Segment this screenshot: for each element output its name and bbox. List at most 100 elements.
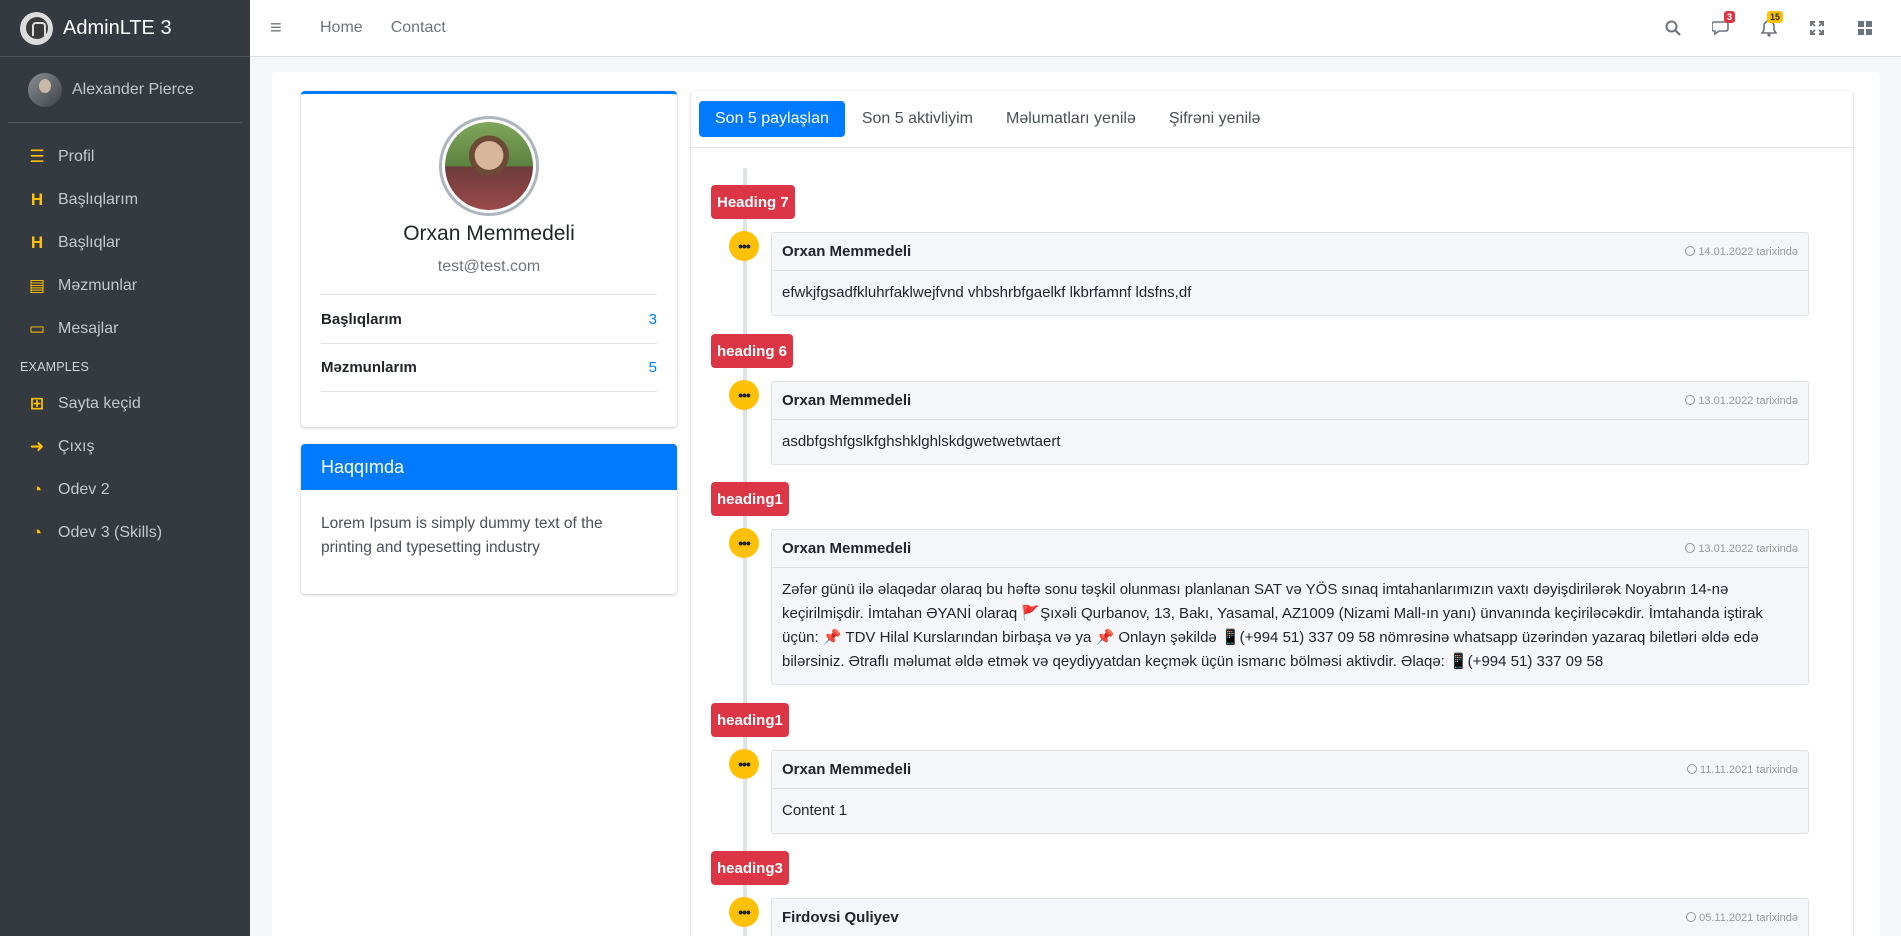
clock-icon	[1685, 245, 1696, 256]
main-sidebar: AdminLTE 3 Alexander Pierce ☰ Profil H Baş…	[0, 0, 250, 936]
timeline-author: Orxan Memmedeli	[782, 540, 912, 557]
about-text: Lorem Ipsum is simply dummy text of the …	[321, 515, 603, 556]
timeline-label: heading 6	[711, 334, 794, 368]
nav-link-contact[interactable]: Contact	[391, 19, 446, 37]
profile-stats: Başlıqlarım 3 Məzmunlarım 5	[321, 294, 657, 392]
sidebar-item-label: Profil	[58, 147, 95, 165]
timeline-time-text: 05.11.2021 tarixində	[1699, 911, 1798, 924]
stat-row: Başlıqlarım 3	[321, 294, 657, 343]
sign-out-icon: ➜	[29, 436, 45, 456]
profile-avatar	[439, 116, 539, 216]
sidebar-item-cixis[interactable]: ➜ Çıxış	[0, 425, 250, 468]
sidebar-item-mesajlar[interactable]: ▭ Mesajlar	[0, 307, 250, 350]
nav-link-home[interactable]: Home	[320, 19, 363, 37]
profile-name: Orxan Memmedeli	[403, 222, 575, 245]
tab-son-5-paylasilan[interactable]: Son 5 paylaşlan	[699, 101, 845, 137]
about-title: Haqqımda	[301, 444, 677, 490]
user-name[interactable]: Alexander Pierce	[72, 81, 194, 99]
ellipsis-icon: •••	[729, 231, 759, 261]
timeline-label: Heading 7	[711, 185, 795, 219]
tab-bar: Son 5 paylaşlan Son 5 aktivliyim Məlumat…	[691, 91, 1853, 148]
sidebar-item-label: Başlıqlar	[58, 233, 121, 251]
ellipsis-icon: •••	[729, 380, 759, 410]
messages-icon[interactable]: 3	[1697, 11, 1745, 36]
timeline-content: asdbfgshfgslkfghshklghlskdgwetwetwtaert	[782, 433, 1061, 450]
sidebar-item-label: Məzmunlar	[58, 276, 138, 294]
tab-melumatlari-yenile[interactable]: Məlumatları yenilə	[990, 101, 1152, 137]
menu-toggle-icon[interactable]: ≡	[270, 17, 290, 40]
sidebar-item-label: Çıxış	[58, 437, 95, 455]
sidebar-section-header: EXAMPLES	[20, 360, 89, 374]
tachometer-icon: ◔	[31, 479, 43, 499]
timeline-time: 13.01.2022 tarixində	[1685, 542, 1798, 555]
sidebar-item-label: Mesajlar	[58, 319, 119, 337]
stat-row: Məzmunlarım 5	[321, 343, 657, 392]
sidebar-item-mezmunlar[interactable]: ▤ Məzmunlar	[0, 264, 250, 307]
sidebar-menu: ☰ Profil H Başlıqlarım H Başlıqlar ▤ Məzmunl…	[0, 123, 250, 350]
profile-card: Orxan Memmedeli test@test.com Başlıqları…	[301, 91, 677, 427]
user-panel[interactable]: Alexander Pierce	[8, 57, 242, 123]
notifications-icon[interactable]: 15	[1745, 10, 1793, 37]
sidebar-examples-menu: ⊞ Sayta keçid ➜ Çıxış ◔ Odev 2 ◔ Odev 3 (Ski…	[0, 382, 250, 554]
timeline-time-text: 13.01.2022 tarixində	[1698, 542, 1798, 555]
sidebar-item-label: Odev 3 (Skills)	[58, 523, 163, 541]
stat-label: Məzmunlarım	[321, 359, 417, 376]
sidebar-item-profil[interactable]: ☰ Profil	[0, 135, 250, 178]
timeline-time: 05.11.2021 tarixində	[1686, 911, 1798, 924]
timeline-content: efwkjfgsadfkluhrfaklwejfvnd vhbshrbfgael…	[782, 284, 1192, 301]
clock-icon	[1685, 542, 1696, 553]
clock-icon	[1686, 763, 1697, 774]
timeline-time-text: 13.01.2022 tarixində	[1698, 394, 1798, 407]
ellipsis-icon: •••	[729, 897, 759, 927]
clock-icon	[1685, 394, 1696, 405]
timeline-time: 13.01.2022 tarixində	[1685, 394, 1798, 407]
timeline-item: Orxan Memmedeli 11.11.2021 tarixində Cont…	[771, 750, 1809, 834]
timeline-content: Content 1	[782, 802, 848, 819]
timeline-item: Orxan Memmedeli 13.01.2022 tarixində asdb…	[771, 381, 1809, 465]
tab-sifreni-yenile[interactable]: Şifrəni yenilə	[1153, 101, 1277, 137]
timeline-author: Firdovsi Quliyev	[782, 909, 899, 926]
timeline-author: Orxan Memmedeli	[782, 392, 912, 409]
control-sidebar-icon[interactable]	[1841, 21, 1889, 35]
clock-icon	[1686, 911, 1697, 922]
top-navbar: ≡ Home Contact 3 15	[250, 0, 1901, 57]
stat-label: Başlıqlarım	[321, 310, 402, 328]
profile-email: test@test.com	[437, 258, 541, 275]
fullscreen-icon[interactable]	[1793, 21, 1841, 35]
tachometer-icon: ◔	[31, 522, 43, 542]
ellipsis-icon: •••	[729, 749, 759, 779]
brand-link[interactable]: AdminLTE 3	[0, 0, 250, 57]
sidebar-item-odev-3[interactable]: ◔ Odev 3 (Skills)	[0, 511, 250, 554]
sidebar-item-sayta-kecid[interactable]: ⊞ Sayta keçid	[0, 382, 250, 425]
inbox-icon: ▭	[28, 318, 46, 338]
timeline-author: Orxan Memmedeli	[782, 761, 912, 778]
timeline-time: 11.11.2021 tarixində	[1686, 763, 1798, 776]
stat-value[interactable]: 3	[649, 311, 657, 328]
timeline-item: Orxan Memmedeli 14.01.2022 tarixində efwk…	[771, 232, 1809, 316]
timeline-label: heading1	[711, 703, 789, 737]
timeline-item: Firdovsi Quliyev 05.11.2021 tarixində	[771, 898, 1809, 936]
sidebar-item-label: Sayta keçid	[58, 394, 141, 412]
avatar	[28, 72, 62, 107]
sidebar-item-label: Başlıqlarım	[58, 190, 139, 208]
heading-icon: H	[30, 232, 44, 252]
timeline-item: Orxan Memmedeli 13.01.2022 tarixində Zəfə…	[771, 529, 1809, 685]
ellipsis-icon: •••	[729, 528, 759, 558]
sidebar-item-basliqlarim[interactable]: H Başlıqlarım	[0, 178, 250, 221]
timeline-time-text: 14.01.2022 tarixində	[1698, 245, 1798, 258]
about-card: Haqqımda Lorem Ipsum is simply dummy tex…	[301, 444, 677, 594]
sitemap-icon: ⊞	[29, 393, 45, 413]
search-icon[interactable]	[1649, 20, 1697, 36]
timeline-label: heading1	[711, 482, 789, 516]
timeline-label: heading3	[711, 851, 789, 885]
tab-son-5-aktivliyim[interactable]: Son 5 aktivliyim	[846, 101, 989, 137]
adminlte-logo-icon	[20, 11, 53, 45]
stat-value[interactable]: 5	[649, 359, 657, 376]
clipboard-icon: ▤	[28, 275, 46, 295]
sidebar-item-basliqlar[interactable]: H Başlıqlar	[0, 221, 250, 264]
sidebar-item-label: Odev 2	[58, 480, 110, 498]
sidebar-item-odev-2[interactable]: ◔ Odev 2	[0, 468, 250, 511]
timeline-author: Orxan Memmedeli	[782, 243, 912, 260]
timeline-time-text: 11.11.2021 tarixində	[1699, 763, 1798, 776]
timeline-time: 14.01.2022 tarixində	[1685, 245, 1798, 258]
